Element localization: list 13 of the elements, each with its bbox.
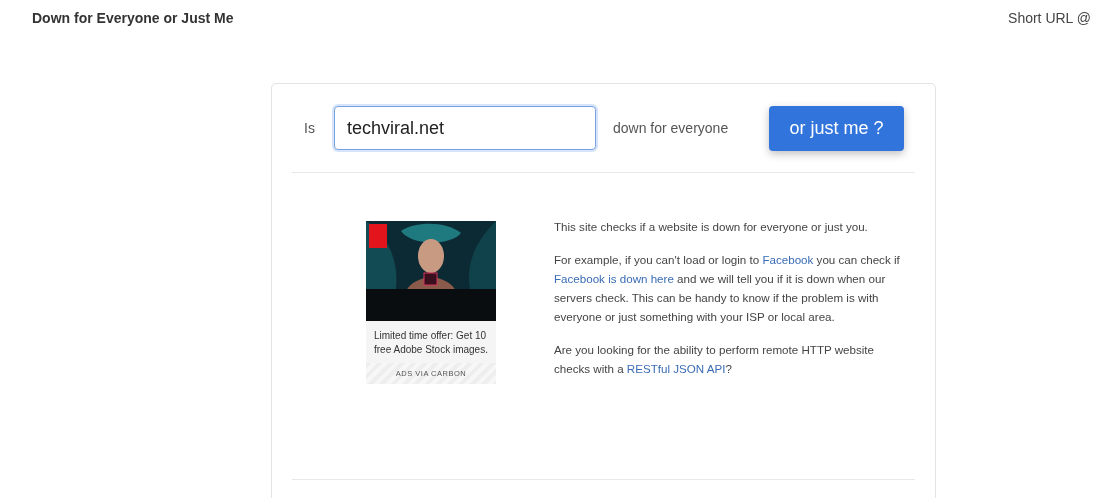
paragraph: Are you looking for the ability to perform remote HTTP website checks with a RESTful JSON API? [554, 342, 876, 377]
site-title[interactable]: Down for Everyone or Just Me [32, 9, 234, 27]
text-link[interactable]: RESTful JSON API [626, 362, 726, 375]
form-label: down for everyone [613, 120, 730, 136]
check-button[interactable]: or just me ? [769, 105, 904, 151]
paragraph: For example, if you can't load or login to Facebook you can check if Facebook is down here and we will tell you if it is down when our servers check. This can be handy to know if the problem is with everyone or just something with your ISP or local area. [554, 252, 901, 325]
text-link[interactable]: Facebook [762, 253, 814, 266]
ad-text[interactable]: Limited time offer: Get 10 free Adobe Stock images. [366, 321, 496, 363]
text-link[interactable]: Facebook is down here [554, 272, 674, 285]
short-url-link[interactable]: Short URL @ [1008, 9, 1091, 27]
paragraph: This site checks if a website is down for everyone or just you. [554, 219, 869, 235]
form-label: Is [304, 120, 316, 136]
url-input-field[interactable]: techviral.net [334, 106, 596, 150]
